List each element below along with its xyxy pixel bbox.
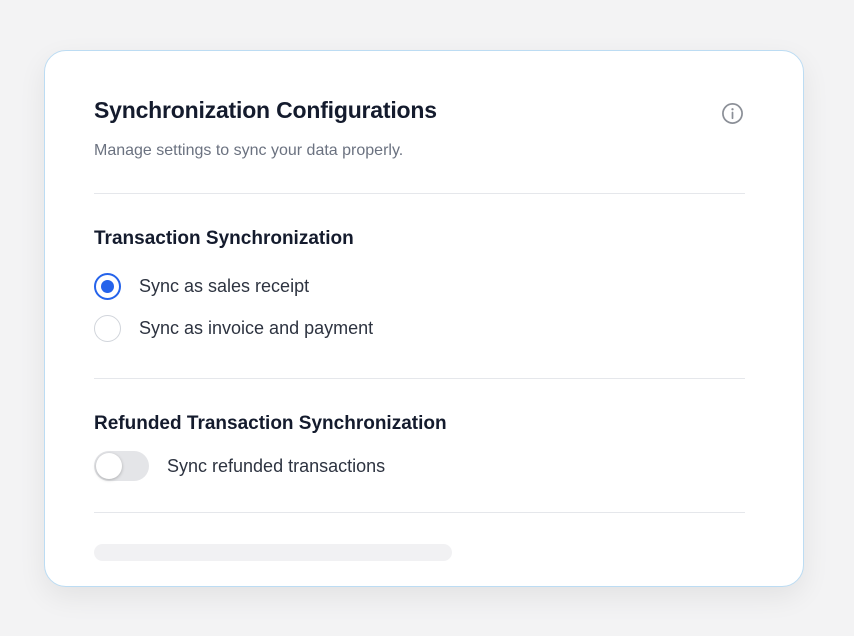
radio-option-invoice-payment[interactable]: Sync as invoice and payment bbox=[94, 314, 373, 342]
toggle-knob bbox=[96, 453, 122, 479]
divider bbox=[94, 193, 745, 194]
info-icon[interactable] bbox=[721, 102, 744, 125]
radio-button-checked[interactable] bbox=[94, 272, 121, 300]
radio-button-unchecked[interactable] bbox=[94, 314, 121, 342]
radio-label: Sync as invoice and payment bbox=[139, 317, 374, 338]
radio-option-sales-receipt[interactable]: Sync as sales receipt bbox=[94, 272, 309, 300]
divider bbox=[94, 512, 745, 513]
sync-config-card: Synchronization Configurations Manage se… bbox=[44, 50, 804, 587]
transaction-sync-title: Transaction Synchronization bbox=[94, 228, 354, 249]
divider bbox=[94, 378, 745, 379]
toggle-label: Sync refunded transactions bbox=[167, 455, 386, 476]
page-title: Synchronization Configurations bbox=[94, 97, 437, 123]
refund-sync-toggle-row[interactable]: Sync refunded transactions bbox=[94, 451, 385, 481]
loading-skeleton-bar bbox=[94, 544, 452, 561]
page-subtitle: Manage settings to sync your data proper… bbox=[94, 142, 404, 159]
radio-label: Sync as sales receipt bbox=[139, 275, 310, 296]
refund-sync-title: Refunded Transaction Synchronization bbox=[94, 413, 447, 434]
refund-sync-toggle[interactable] bbox=[94, 451, 149, 481]
